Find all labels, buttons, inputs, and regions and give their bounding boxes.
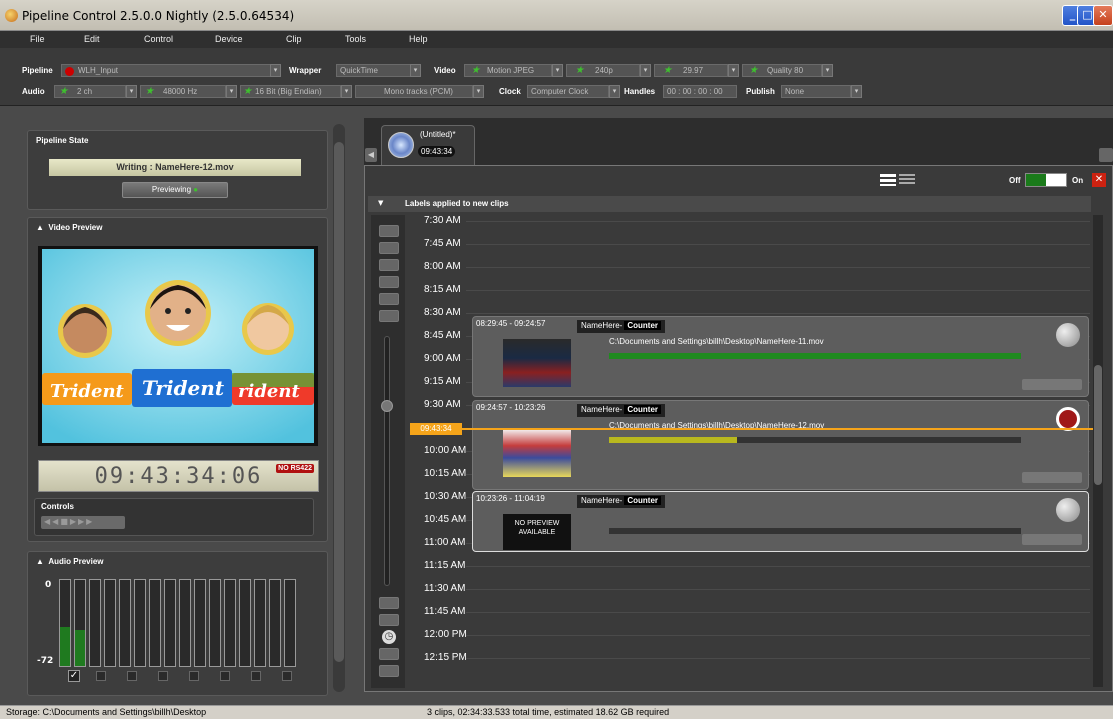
clip-time-range: 08:29:45 - 09:24:57 [476,319,546,328]
clip-name-tag[interactable]: NameHere- Counter [577,495,666,508]
clip-progress-bar [609,437,1021,443]
schedule-scroll-thumb[interactable] [1094,365,1102,485]
current-time-line [410,428,1093,430]
clip-transport-controls[interactable] [1022,379,1082,390]
status-bar: Storage: C:\Documents and Settings\billh… [0,705,1113,719]
clips-layer: 08:29:45 - 09:24:57 NameHere- Counter C:\Do… [0,0,1113,705]
clip-time-range: 10:23:26 - 11:04:19 [476,494,545,503]
clip-thumbnail [503,429,571,477]
clip-status-icon[interactable] [1056,498,1080,522]
clip-progress-bar [609,528,1021,534]
schedule-scrollbar[interactable] [1093,215,1103,687]
clip-time-range: 09:24:57 - 10:23:26 [476,403,546,412]
clip-name-tag[interactable]: NameHere- Counter [577,404,666,417]
clip-name: NameHere- [581,321,623,330]
clip-progress-fill [609,353,1021,359]
clip-counter: Counter [624,321,662,330]
clip-block[interactable]: 08:29:45 - 09:24:57 NameHere- Counter C:\Do… [472,316,1089,397]
no-preview-text: NO PREVIEW AVAILABLE [514,520,560,536]
clip-counter: Counter [624,405,662,414]
clip-thumbnail: NO PREVIEW AVAILABLE [503,514,571,550]
clip-counter: Counter [624,496,662,505]
clip-status-icon[interactable] [1056,323,1080,347]
clip-path: C:\Documents and Settings\billh\Desktop\… [609,337,824,346]
clip-progress-bar [609,353,1021,359]
clip-block[interactable]: 09:24:57 - 10:23:26 NameHere- Counter C:\Do… [472,400,1089,490]
clip-name: NameHere- [581,496,623,505]
clip-name: NameHere- [581,405,623,414]
storage-text: Storage: C:\Documents and Settings\billh… [6,707,207,717]
clip-block[interactable]: 10:23:26 - 11:04:19 NameHere- Counter NO PR… [472,491,1089,552]
summary-text: 3 clips, 02:34:33.533 total time, estima… [427,707,670,717]
current-time-marker: 09:43:34 [410,423,462,435]
clip-progress-fill [609,437,737,443]
clip-transport-controls[interactable] [1022,534,1082,545]
clip-name-tag[interactable]: NameHere- Counter [577,320,666,333]
clip-thumbnail [503,339,571,387]
clip-transport-controls[interactable] [1022,472,1082,483]
